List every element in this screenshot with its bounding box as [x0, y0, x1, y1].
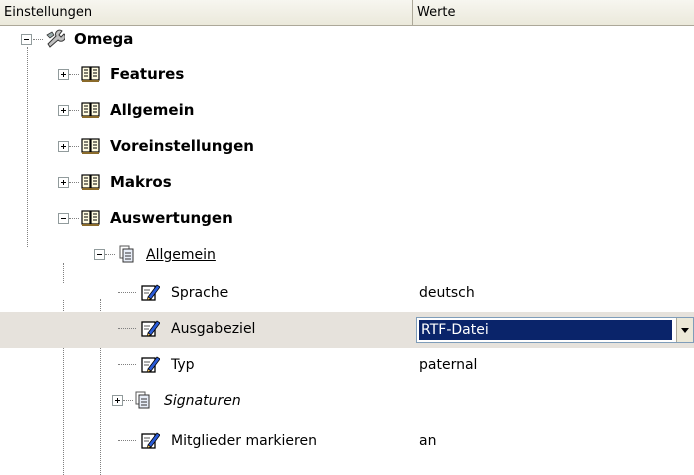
tree-label-typ: Typ: [171, 357, 195, 373]
ausgabeziel-dropdown[interactable]: RTF-Datei: [416, 317, 694, 343]
tree-connector: [123, 400, 133, 401]
tree-connector: [69, 74, 79, 75]
tree-row-auswertungen-allgemein[interactable]: Allgemein: [0, 240, 694, 276]
expand-toggle[interactable]: [58, 105, 69, 116]
dropdown-selected-value[interactable]: RTF-Datei: [419, 320, 672, 340]
settings-tree: Omega Features Allgemein Voreinstellunge…: [0, 26, 694, 475]
pencil-document-icon: [141, 356, 160, 373]
collapse-toggle[interactable]: [21, 34, 32, 45]
book-icon: [81, 174, 100, 191]
value-mitglieder[interactable]: an: [419, 431, 436, 451]
value-sprache[interactable]: deutsch: [419, 283, 475, 303]
tree-connector: [69, 146, 79, 147]
column-header-bar: Einstellungen Werte: [0, 0, 694, 26]
book-icon: [81, 138, 100, 155]
chevron-down-icon[interactable]: [676, 318, 693, 342]
column-header-settings[interactable]: Einstellungen: [0, 0, 413, 25]
tree-connector: [69, 110, 79, 111]
tree-connector: [118, 440, 136, 441]
tree-row-makros[interactable]: Makros: [0, 168, 694, 204]
tree-label-allgemein: Allgemein: [110, 101, 195, 119]
wrench-icon: [46, 29, 65, 48]
expand-toggle[interactable]: [112, 395, 123, 406]
pencil-document-icon: [141, 320, 160, 337]
tree-connector: [69, 182, 79, 183]
book-icon: [81, 102, 100, 119]
tree-label-ausgabeziel: Ausgabeziel: [171, 321, 256, 337]
tree-row-sprache[interactable]: Sprache deutsch: [0, 276, 694, 312]
pencil-document-icon: [141, 432, 160, 449]
pencil-document-icon: [141, 284, 160, 301]
tree-connector: [118, 364, 136, 365]
tree-connector: [118, 328, 136, 329]
expand-toggle[interactable]: [58, 69, 69, 80]
collapse-toggle[interactable]: [94, 249, 105, 260]
tree-label-auswertungen: Auswertungen: [110, 209, 233, 227]
tree-row-signaturen[interactable]: Signaturen: [0, 384, 694, 420]
tree-row-typ[interactable]: Typ paternal: [0, 348, 694, 384]
tree-connector: [105, 254, 115, 255]
tree-row-allgemein[interactable]: Allgemein: [0, 96, 694, 132]
collapse-toggle[interactable]: [58, 213, 69, 224]
expand-toggle[interactable]: [58, 141, 69, 152]
tree-row-ausgabeziel[interactable]: Ausgabeziel RTF-Datei: [0, 312, 694, 348]
book-icon: [81, 66, 100, 83]
tree-row-auswertungen[interactable]: Auswertungen: [0, 204, 694, 240]
column-header-values[interactable]: Werte: [413, 0, 694, 25]
tree-label-omega: Omega: [74, 30, 134, 48]
value-typ[interactable]: paternal: [419, 355, 477, 375]
tree-label-makros: Makros: [110, 173, 172, 191]
expand-toggle[interactable]: [58, 177, 69, 188]
book-icon: [81, 210, 100, 227]
tree-row-omega[interactable]: Omega: [0, 26, 694, 62]
tree-connector: [33, 39, 43, 40]
tree-label-signaturen: Signaturen: [164, 393, 241, 409]
pages-icon: [135, 391, 150, 409]
tree-connector: [118, 292, 136, 293]
tree-row-features[interactable]: Features: [0, 60, 694, 96]
tree-label-features: Features: [110, 65, 185, 83]
pages-icon: [119, 245, 134, 263]
tree-row-mitglieder[interactable]: Mitglieder markieren an: [0, 420, 694, 456]
tree-label-voreinstellungen: Voreinstellungen: [110, 137, 254, 155]
tree-connector: [69, 218, 79, 219]
tree-row-voreinstellungen[interactable]: Voreinstellungen: [0, 132, 694, 168]
tree-label-mitglieder: Mitglieder markieren: [171, 433, 317, 449]
tree-label-ausw-allgemein: Allgemein: [146, 247, 216, 263]
tree-label-sprache: Sprache: [171, 285, 229, 301]
